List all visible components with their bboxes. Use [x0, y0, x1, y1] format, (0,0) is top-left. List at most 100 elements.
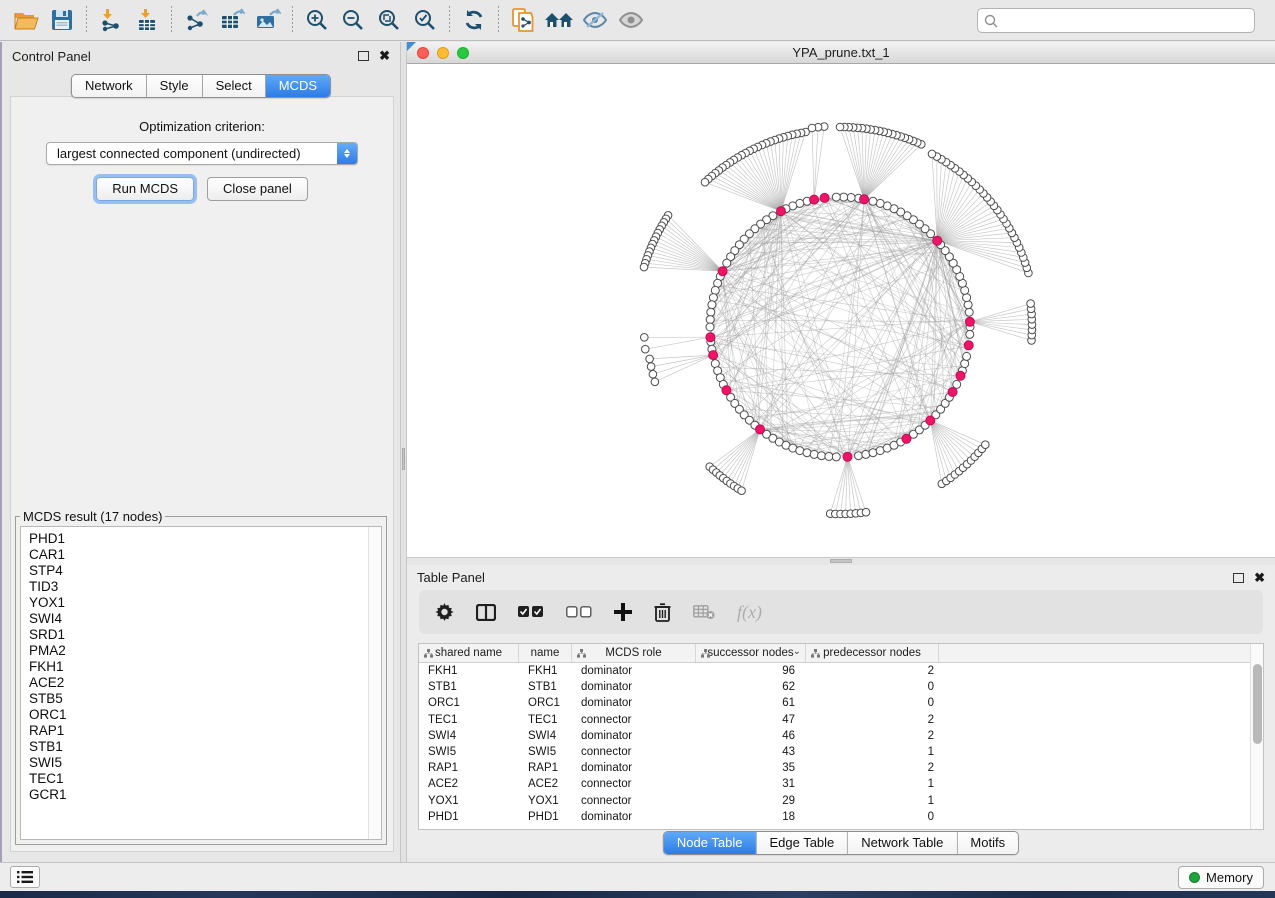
- table-tab-motifs[interactable]: Motifs: [957, 832, 1018, 854]
- export-network-button[interactable]: [178, 3, 214, 37]
- import-network-button[interactable]: [93, 3, 129, 37]
- mcds-result-item[interactable]: STB5: [29, 691, 381, 707]
- table-row[interactable]: YOX1YOX1connector291: [419, 793, 1263, 809]
- mcds-result-item[interactable]: ACE2: [29, 675, 381, 691]
- horizontal-splitter[interactable]: [407, 557, 1275, 565]
- table-scrollbar[interactable]: [1250, 644, 1263, 829]
- splitter-handle[interactable]: [402, 448, 405, 470]
- memory-button[interactable]: Memory: [1178, 866, 1264, 889]
- table-row[interactable]: SWI5SWI5connector431: [419, 744, 1263, 760]
- mcds-result-item[interactable]: STP4: [29, 563, 381, 579]
- column-header-MCDS-role[interactable]: MCDS role: [572, 644, 696, 662]
- close-panel-icon[interactable]: ✖: [379, 51, 390, 61]
- column-header-predecessor-nodes[interactable]: predecessor nodes: [806, 644, 939, 662]
- tab-network[interactable]: Network: [72, 75, 147, 97]
- delete-table-button[interactable]: [693, 605, 715, 620]
- save-session-button[interactable]: [44, 3, 80, 37]
- close-table-panel-icon[interactable]: ✖: [1254, 573, 1265, 583]
- add-column-button[interactable]: [614, 603, 632, 621]
- mcds-result-item[interactable]: PHD1: [29, 531, 381, 547]
- table-row[interactable]: TEC1TEC1connector472: [419, 712, 1263, 728]
- mcds-result-item[interactable]: SRD1: [29, 627, 381, 643]
- mcds-list-scrollbar[interactable]: [368, 527, 381, 839]
- column-header-shared-name[interactable]: shared name: [419, 644, 519, 662]
- zoom-in-button[interactable]: [299, 3, 335, 37]
- network-window-titlebar[interactable]: YPA_prune.txt_1: [407, 42, 1275, 64]
- table-row[interactable]: SWI4SWI4dominator462: [419, 728, 1263, 744]
- search-input[interactable]: [1002, 14, 1248, 28]
- mcds-result-item[interactable]: FKH1: [29, 659, 381, 675]
- mcds-result-item[interactable]: CAR1: [29, 547, 381, 563]
- mcds-result-item[interactable]: TID3: [29, 579, 381, 595]
- mcds-result-item[interactable]: SWI4: [29, 611, 381, 627]
- refresh-button[interactable]: [456, 3, 492, 37]
- toolbar-separator: [292, 6, 293, 34]
- table-tab-edge-table[interactable]: Edge Table: [756, 832, 848, 854]
- splitter-handle[interactable]: [830, 559, 852, 563]
- mcds-result-item[interactable]: TEC1: [29, 771, 381, 787]
- export-table-button[interactable]: [214, 3, 250, 37]
- table-tab-node-table[interactable]: Node Table: [664, 832, 757, 854]
- tab-mcds[interactable]: MCDS: [266, 75, 330, 97]
- first-neighbors-button[interactable]: [541, 3, 577, 37]
- hide-selected-button[interactable]: [577, 3, 613, 37]
- table-scrollbar-thumb[interactable]: [1253, 664, 1262, 744]
- mcds-result-item[interactable]: GCR1: [29, 787, 381, 803]
- table-cell: TEC1: [419, 712, 519, 728]
- main-toolbar: [0, 0, 1275, 41]
- vertical-splitter[interactable]: [400, 42, 407, 862]
- import-table-button[interactable]: [129, 3, 165, 37]
- close-panel-button[interactable]: Close panel: [207, 177, 308, 201]
- table-cell: dominator: [572, 728, 696, 744]
- search-icon: [984, 14, 998, 28]
- mcds-result-item[interactable]: ORC1: [29, 707, 381, 723]
- function-builder-button[interactable]: f(x): [737, 602, 762, 623]
- table-row[interactable]: PHD1PHD1dominator180: [419, 809, 1263, 825]
- table-cell: YOX1: [419, 793, 519, 809]
- delete-column-button[interactable]: [654, 603, 671, 622]
- float-table-panel-icon[interactable]: [1233, 573, 1244, 583]
- mcds-result-item[interactable]: STB1: [29, 739, 381, 755]
- table-tab-network-table[interactable]: Network Table: [848, 832, 957, 854]
- table-cell: FKH1: [419, 663, 519, 679]
- optimization-criterion-select[interactable]: largest connected component (undirected): [46, 142, 358, 165]
- task-history-button[interactable]: [10, 866, 40, 888]
- show-columns-button[interactable]: [476, 604, 496, 621]
- mcds-result-item[interactable]: SWI5: [29, 755, 381, 771]
- run-mcds-button[interactable]: Run MCDS: [96, 177, 194, 201]
- node-table: shared namenameMCDS rolesuccessor nodes⌄…: [418, 643, 1264, 830]
- minimize-window-light[interactable]: [437, 47, 449, 59]
- open-file-button[interactable]: [8, 3, 44, 37]
- float-panel-icon[interactable]: [358, 51, 369, 61]
- table-cell: 0: [806, 695, 939, 711]
- table-row[interactable]: RAP1RAP1dominator352: [419, 760, 1263, 776]
- zoom-selected-button[interactable]: [407, 3, 443, 37]
- zoom-out-button[interactable]: [335, 3, 371, 37]
- table-row[interactable]: FKH1FKH1dominator962: [419, 663, 1263, 679]
- mcds-result-item[interactable]: YOX1: [29, 595, 381, 611]
- network-canvas[interactable]: [407, 64, 1275, 557]
- trash-icon: [654, 603, 671, 622]
- column-header-successor-nodes[interactable]: successor nodes⌄: [696, 644, 806, 662]
- column-header-name[interactable]: name: [519, 644, 572, 662]
- table-row[interactable]: ORC1ORC1dominator610: [419, 695, 1263, 711]
- mcds-result-item[interactable]: RAP1: [29, 723, 381, 739]
- table-row[interactable]: STB1STB1dominator620: [419, 679, 1263, 695]
- select-all-button[interactable]: [518, 606, 544, 618]
- clone-network-button[interactable]: [505, 3, 541, 37]
- table-row[interactable]: ACE2ACE2connector311: [419, 776, 1263, 792]
- deselect-all-button[interactable]: [566, 606, 592, 618]
- tab-style[interactable]: Style: [147, 75, 203, 97]
- zoom-window-light[interactable]: [457, 47, 469, 59]
- table-settings-button[interactable]: [435, 603, 454, 622]
- export-table-icon: [220, 8, 245, 32]
- zoom-fit-button[interactable]: [371, 3, 407, 37]
- control-panel-title: Control Panel: [12, 49, 91, 64]
- optimization-label: Optimization criterion:: [11, 119, 393, 134]
- show-all-button[interactable]: [613, 3, 649, 37]
- tab-select[interactable]: Select: [203, 75, 266, 97]
- export-image-button[interactable]: [250, 3, 286, 37]
- mcds-result-item[interactable]: PMA2: [29, 643, 381, 659]
- mcds-result-group: MCDS result (17 nodes) PHD1CAR1STP4TID3Y…: [15, 509, 387, 845]
- close-window-light[interactable]: [417, 47, 429, 59]
